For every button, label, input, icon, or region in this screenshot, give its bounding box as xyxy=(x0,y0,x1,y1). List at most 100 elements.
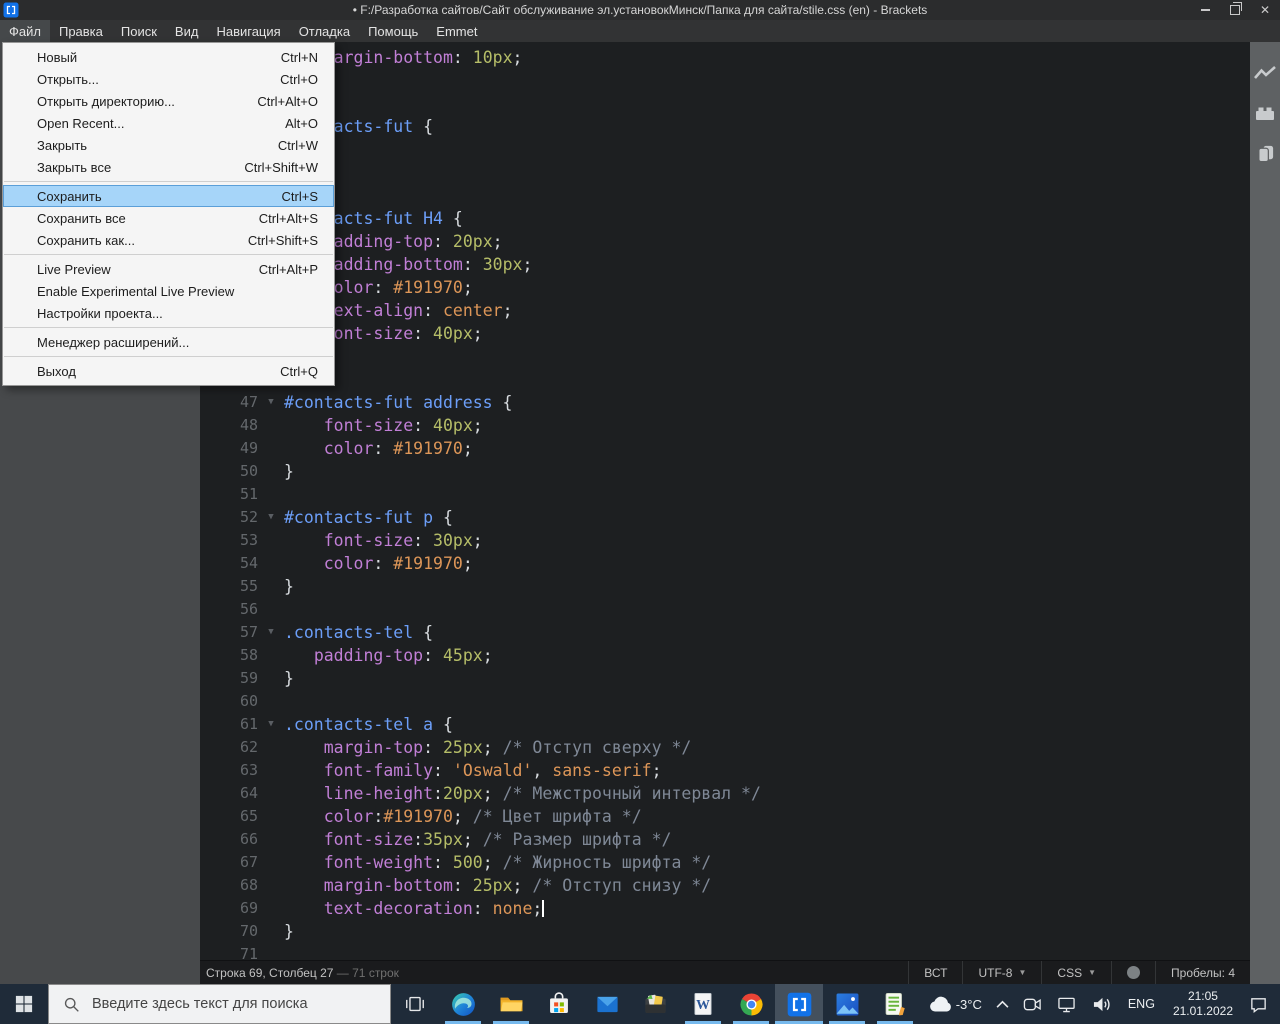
taskbar-search-input[interactable]: Введите здесь текст для поиска xyxy=(48,984,391,1024)
fold-arrow-icon[interactable]: ▼ xyxy=(258,621,284,644)
encoding-select[interactable]: UTF-8 ▼ xyxy=(962,961,1041,984)
fold-arrow-icon[interactable]: ▼ xyxy=(258,391,284,414)
taskbar-app-file-cards[interactable] xyxy=(631,984,679,1024)
file-menu-item[interactable]: Сохранить все Ctrl+Alt+S xyxy=(3,207,334,229)
tray-expand-button[interactable] xyxy=(989,984,1016,1024)
code-line-63[interactable]: 63 font-family: 'Oswald', sans-serif; xyxy=(200,759,1250,782)
file-menu-item[interactable]: Закрыть все Ctrl+Shift+W xyxy=(3,156,334,178)
minimize-button[interactable] xyxy=(1190,0,1220,20)
code-line-41[interactable]: 41 padding-bottom: 30px; xyxy=(200,253,1250,276)
task-view-button[interactable] xyxy=(391,984,439,1024)
code-line-32[interactable]: 32 margin-bottom: 10px; xyxy=(200,46,1250,69)
code-line-50[interactable]: 50} xyxy=(200,460,1250,483)
code-line-70[interactable]: 70} xyxy=(200,920,1250,943)
code-line-52[interactable]: 52 ▼ #contacts-fut p { xyxy=(200,506,1250,529)
code-line-61[interactable]: 61 ▼ .contacts-tel a { xyxy=(200,713,1250,736)
code-line-56[interactable]: 56 xyxy=(200,598,1250,621)
file-menu-item[interactable]: Настройки проекта... xyxy=(3,302,334,324)
code-line-46[interactable]: 46 xyxy=(200,368,1250,391)
file-menu-item[interactable]: Новый Ctrl+N xyxy=(3,46,334,68)
file-menu-item[interactable]: Live Preview Ctrl+Alt+P xyxy=(3,258,334,280)
menubar-item-Навигация[interactable]: Навигация xyxy=(207,20,289,42)
menubar-item-Вид[interactable]: Вид xyxy=(166,20,208,42)
file-menu-item[interactable]: Сохранить как... Ctrl+Shift+S xyxy=(3,229,334,251)
code-line-36[interactable]: 36 xyxy=(200,138,1250,161)
close-button[interactable]: ✕ xyxy=(1250,0,1280,20)
menubar-item-Отладка[interactable]: Отладка xyxy=(290,20,359,42)
code-line-49[interactable]: 49 color: #191970; xyxy=(200,437,1250,460)
code-line-47[interactable]: 47 ▼ #contacts-fut address { xyxy=(200,391,1250,414)
code-line-42[interactable]: 42 color: #191970; xyxy=(200,276,1250,299)
code-editor[interactable]: 32 margin-bottom: 10px;33}3435#contacts-… xyxy=(200,42,1250,960)
taskbar-app-green-editor[interactable] xyxy=(871,984,919,1024)
code-line-48[interactable]: 48 font-size: 40px; xyxy=(200,414,1250,437)
taskbar-app-word[interactable]: W xyxy=(679,984,727,1024)
taskbar-app-mail[interactable] xyxy=(583,984,631,1024)
weather-widget[interactable]: -3°C xyxy=(921,984,989,1024)
code-line-40[interactable]: 40 padding-top: 20px; xyxy=(200,230,1250,253)
menubar-item-Правка[interactable]: Правка xyxy=(50,20,112,42)
meet-now-button[interactable] xyxy=(1016,984,1049,1024)
network-button[interactable] xyxy=(1049,984,1084,1024)
taskbar-app-edge[interactable] xyxy=(439,984,487,1024)
code-line-69[interactable]: 69 text-decoration: none; xyxy=(200,897,1250,920)
code-line-54[interactable]: 54 color: #191970; xyxy=(200,552,1250,575)
insert-mode-toggle[interactable]: ВСТ xyxy=(908,961,962,984)
code-line-66[interactable]: 66 font-size:35px; /* Размер шрифта */ xyxy=(200,828,1250,851)
network-icon xyxy=(1058,997,1075,1012)
volume-button[interactable] xyxy=(1084,984,1119,1024)
menubar-item-Emmet[interactable]: Emmet xyxy=(427,20,486,42)
file-menu-item[interactable]: Enable Experimental Live Preview xyxy=(3,280,334,302)
code-line-33[interactable]: 33} xyxy=(200,69,1250,92)
filetype-select[interactable]: CSS ▼ xyxy=(1041,961,1111,984)
spaces-toggle[interactable]: Пробелы: 4 xyxy=(1155,961,1250,984)
code-line-35[interactable]: 35#contacts-fut { xyxy=(200,115,1250,138)
taskbar-app-photos[interactable] xyxy=(823,984,871,1024)
fold-arrow-icon[interactable]: ▼ xyxy=(258,713,284,736)
file-menu-item[interactable]: Сохранить Ctrl+S xyxy=(3,185,334,207)
code-line-44[interactable]: 44 font-size: 40px; xyxy=(200,322,1250,345)
code-line-62[interactable]: 62 margin-top: 25px; /* Отступ сверху */ xyxy=(200,736,1250,759)
action-center-button[interactable] xyxy=(1242,984,1280,1024)
code-line-57[interactable]: 57 ▼ .contacts-tel { xyxy=(200,621,1250,644)
code-line-64[interactable]: 64 line-height:20px; /* Межстрочный инте… xyxy=(200,782,1250,805)
code-line-43[interactable]: 43 text-align: center; xyxy=(200,299,1250,322)
file-menu-item[interactable]: Открыть директорию... Ctrl+Alt+O xyxy=(3,90,334,112)
restore-button[interactable] xyxy=(1220,0,1250,20)
notes-overlay-icon[interactable] xyxy=(1253,144,1277,162)
code-line-38[interactable]: 38 xyxy=(200,184,1250,207)
code-line-53[interactable]: 53 font-size: 30px; xyxy=(200,529,1250,552)
fold-arrow-icon[interactable]: ▼ xyxy=(258,506,284,529)
code-line-55[interactable]: 55} xyxy=(200,575,1250,598)
file-menu-item[interactable]: Менеджер расширений... xyxy=(3,331,334,353)
file-menu-item[interactable]: Открыть... Ctrl+O xyxy=(3,68,334,90)
code-line-34[interactable]: 34 xyxy=(200,92,1250,115)
start-button[interactable] xyxy=(0,984,48,1024)
clock[interactable]: 21:05 21.01.2022 xyxy=(1164,989,1242,1019)
code-line-68[interactable]: 68 margin-bottom: 25px; /* Отступ снизу … xyxy=(200,874,1250,897)
menubar-item-Помощь[interactable]: Помощь xyxy=(359,20,427,42)
code-line-39[interactable]: 39#contacts-fut H4 { xyxy=(200,207,1250,230)
language-indicator[interactable]: ENG xyxy=(1119,984,1164,1024)
file-menu-item[interactable]: Закрыть Ctrl+W xyxy=(3,134,334,156)
code-line-59[interactable]: 59} xyxy=(200,667,1250,690)
code-line-51[interactable]: 51 xyxy=(200,483,1250,506)
taskbar-app-chrome[interactable] xyxy=(727,984,775,1024)
code-line-71[interactable]: 71 xyxy=(200,943,1250,960)
taskbar-app-explorer[interactable] xyxy=(487,984,535,1024)
file-menu-item[interactable]: Open Recent... Alt+O xyxy=(3,112,334,134)
taskbar-app-brackets[interactable] xyxy=(775,984,823,1024)
code-line-65[interactable]: 65 color:#191970; /* Цвет шрифта */ xyxy=(200,805,1250,828)
code-line-58[interactable]: 58 padding-top: 45px; xyxy=(200,644,1250,667)
menubar-item-Поиск[interactable]: Поиск xyxy=(112,20,166,42)
menubar-item-Файл[interactable]: Файл xyxy=(0,20,50,42)
file-menu-item[interactable]: Выход Ctrl+Q xyxy=(3,360,334,382)
code-line-67[interactable]: 67 font-weight: 500; /* Жирность шрифта … xyxy=(200,851,1250,874)
code-line-60[interactable]: 60 xyxy=(200,690,1250,713)
taskbar-app-store[interactable] xyxy=(535,984,583,1024)
extension-manager-icon[interactable] xyxy=(1253,104,1277,122)
live-preview-icon[interactable] xyxy=(1253,64,1277,82)
extension-status-indicator[interactable] xyxy=(1111,961,1155,984)
code-line-37[interactable]: 37} xyxy=(200,161,1250,184)
code-line-45[interactable]: 45} xyxy=(200,345,1250,368)
